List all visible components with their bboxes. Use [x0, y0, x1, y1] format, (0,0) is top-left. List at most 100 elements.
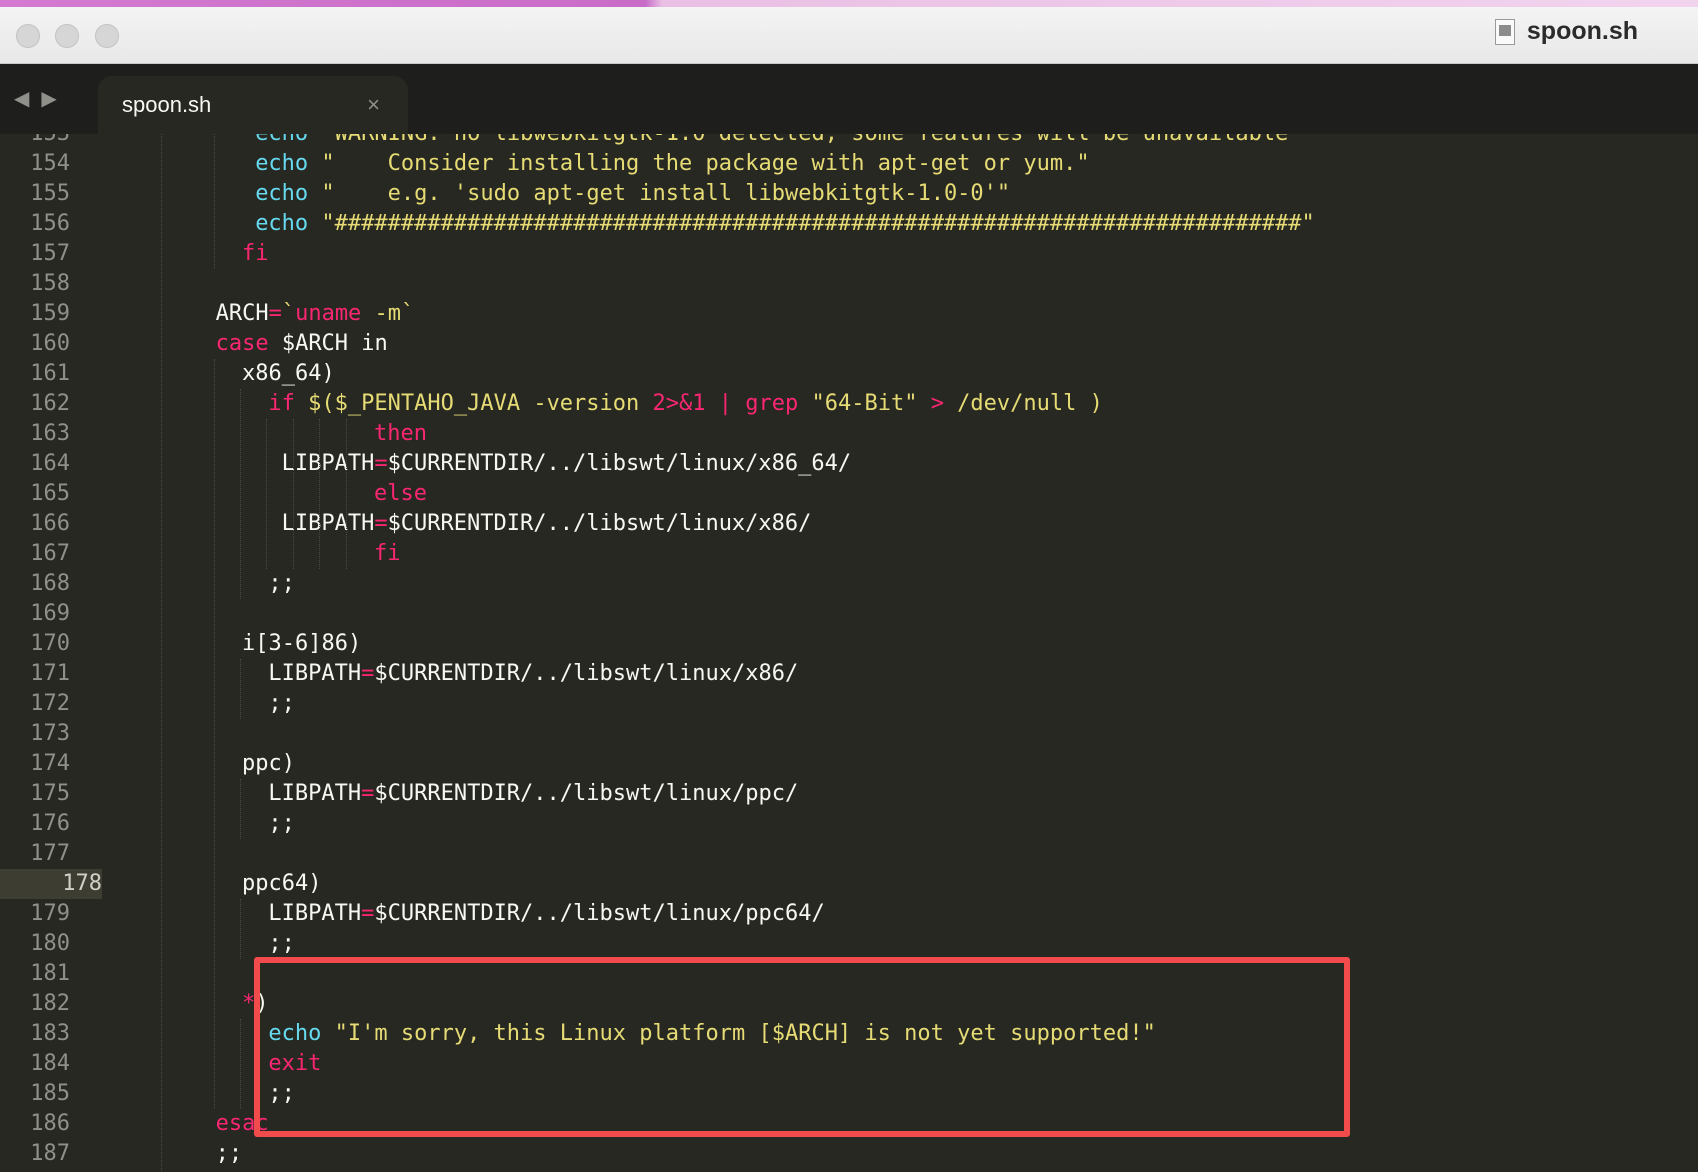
zoom-window-button[interactable]: [95, 24, 119, 48]
code-line: case $ARCH in: [216, 329, 388, 359]
line-number: 179: [0, 899, 70, 929]
close-window-button[interactable]: [16, 24, 40, 48]
code-token: $CURRENTDIR/../libswt/linux/ppc/: [374, 781, 799, 806]
line-number-text: 161: [30, 361, 70, 386]
code-token: =: [268, 301, 282, 326]
code-token: $ARCH in: [268, 331, 388, 356]
line-number-text: 162: [30, 391, 70, 416]
code-token: case: [215, 331, 269, 356]
code-token: $CURRENTDIR/../libswt/linux/x86_64/: [387, 451, 852, 476]
line-number-text: 182: [30, 991, 70, 1016]
line-number-text: 184: [30, 1051, 70, 1076]
code-token: ;;: [268, 931, 295, 956]
line-number: 157: [0, 239, 70, 269]
code-line: echo " e.g. 'sudo apt-get install libweb…: [255, 179, 1010, 209]
code-token: echo: [255, 151, 309, 176]
code-token: "WARNING: no libwebkitgtk-1.0 detected, …: [308, 134, 1301, 146]
code-line: else: [374, 479, 427, 509]
back-arrow-icon[interactable]: ◀: [14, 86, 29, 111]
indent-guide: [240, 1019, 242, 1109]
line-number: 183: [0, 1019, 70, 1049]
code-token: ;;: [268, 811, 295, 836]
forward-arrow-icon[interactable]: ▶: [41, 86, 56, 111]
indent-guide: [213, 134, 216, 269]
line-number-text: 185: [30, 1081, 70, 1106]
line-number-gutter: 153 154 155 156 157 158 159 160 161 162 163 164 165 1…: [0, 134, 102, 1172]
line-number: 170: [0, 629, 70, 659]
code-line: LIBPATH=$CURRENTDIR/../libswt/linux/ppc/: [268, 779, 798, 809]
line-number-text: 157: [30, 241, 70, 266]
code-line: ;;: [268, 689, 295, 719]
code-line: i[3-6]86): [242, 629, 361, 659]
line-number-text: 170: [30, 631, 70, 656]
highlight-annotation-box: [254, 957, 1350, 1137]
code-line: echo " Consider installing the package w…: [255, 149, 1089, 179]
window-titlebar: spoon.sh: [0, 7, 1698, 64]
line-number-text: 153: [30, 134, 70, 146]
line-number: 185: [0, 1079, 70, 1109]
code-token: "#######################################…: [308, 211, 1315, 236]
line-number-text: 168: [30, 571, 70, 596]
code-token: " e.g. 'sudo apt-get install libwebkitgt…: [308, 181, 1011, 206]
line-number: 174: [0, 749, 70, 779]
code-line: LIBPATH=$CURRENTDIR/../libswt/linux/x86/: [282, 509, 812, 539]
code-token: 2>&1 | grep: [652, 391, 799, 416]
code-token: ;;: [268, 571, 295, 596]
tab-spoon-sh[interactable]: spoon.sh ×: [98, 76, 408, 134]
indent-guide: [292, 419, 295, 569]
code-token: LIBPATH: [281, 451, 375, 476]
code-token: if: [268, 391, 295, 416]
code-token: ppc): [242, 751, 295, 776]
window-accent-strip: [0, 0, 1698, 7]
code-token: =: [361, 661, 375, 686]
line-number: 173: [0, 719, 70, 749]
line-number-text: 179: [30, 901, 70, 926]
code-token: i[3-6]86): [242, 631, 362, 656]
indent-guide: [240, 389, 242, 599]
indent-guide: [213, 359, 216, 1109]
line-number-text: 174: [30, 751, 70, 776]
code-line: echo "WARNING: no libwebkitgtk-1.0 detec…: [255, 134, 1301, 149]
line-number: 168: [0, 569, 70, 599]
line-number: 180: [0, 929, 70, 959]
line-number-text: 171: [30, 661, 70, 686]
indent-guide: [319, 419, 321, 569]
code-token: $CURRENTDIR/../libswt/linux/ppc64/: [374, 901, 825, 926]
line-number-text: 166: [30, 511, 70, 536]
close-tab-icon[interactable]: ×: [367, 92, 380, 118]
code-line: ppc): [242, 749, 295, 779]
line-number-text: 164: [30, 451, 70, 476]
line-number: 182: [0, 989, 70, 1019]
code-token: >: [930, 391, 944, 416]
code-token: ;;: [268, 691, 295, 716]
indent-guide: [240, 899, 242, 959]
code-token: fi: [242, 241, 269, 266]
code-token: $(: [294, 391, 335, 416]
line-number-text: 160: [30, 331, 70, 356]
code-token: $CURRENTDIR/../libswt/linux/x86/: [374, 661, 799, 686]
code-token: " Consider installing the package with a…: [308, 151, 1090, 176]
code-token: echo: [255, 134, 308, 146]
shell-file-icon: [1494, 18, 1515, 45]
line-number-text: 187: [30, 1141, 70, 1166]
line-number: 178: [0, 869, 102, 899]
indent-guide: [160, 134, 163, 1172]
code-token: LIBPATH: [281, 511, 375, 536]
tab-label: spoon.sh: [122, 92, 212, 117]
code-line: ;;: [216, 1139, 243, 1169]
line-number: 154: [0, 149, 70, 179]
code-token: "64-Bit": [798, 391, 931, 416]
line-number-text: 176: [30, 811, 70, 836]
code-token: =: [361, 901, 375, 926]
line-number-text: 172: [30, 691, 70, 716]
code-token: $CURRENTDIR/../libswt/linux/x86/: [387, 511, 812, 536]
line-number: 184: [0, 1049, 70, 1079]
code-line: ppc64): [242, 869, 321, 899]
minimize-window-button[interactable]: [55, 24, 79, 48]
line-number-text: 163: [30, 421, 70, 446]
indent-guide: [345, 419, 348, 569]
line-number: 171: [0, 659, 70, 689]
line-number-text: 183: [30, 1021, 70, 1046]
line-number-text: 169: [30, 601, 70, 626]
code-line: x86_64): [242, 359, 335, 389]
